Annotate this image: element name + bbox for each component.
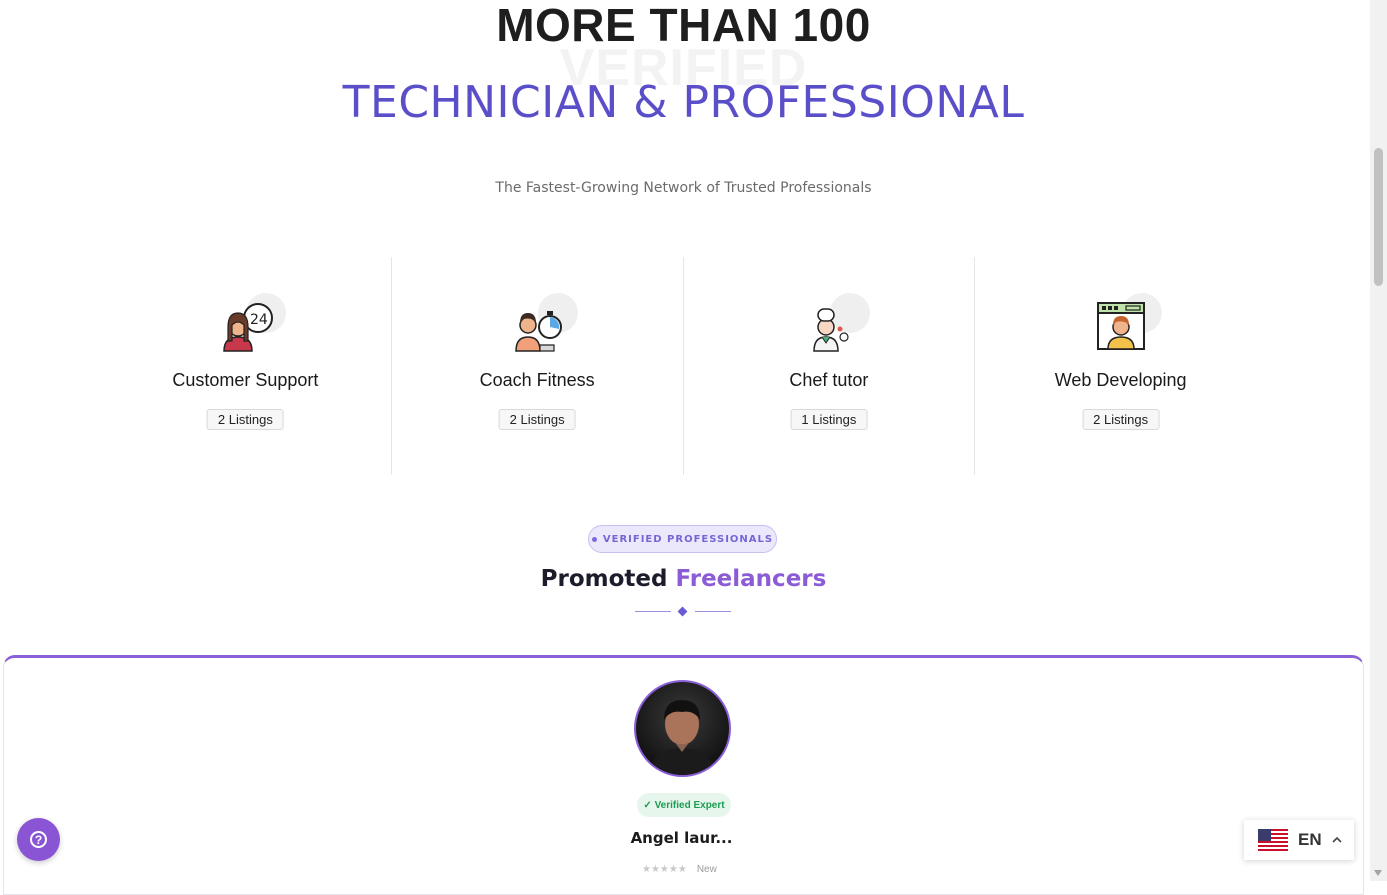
category-title: Web Developing (1054, 370, 1187, 390)
scroll-down-arrow-icon[interactable] (1374, 870, 1382, 876)
chef-icon (794, 291, 870, 355)
hero-headline: MORE THAN 100 (496, 0, 871, 51)
listings-badge: 2 Listings (498, 409, 576, 430)
category-title: Chef tutor (789, 370, 869, 390)
verified-professionals-pill: VERIFIED PROFESSIONALS (588, 525, 777, 553)
hero-tagline: The Fastest-Growing Network of Trusted P… (495, 180, 872, 196)
category-card-web-developing[interactable]: Web Developing 2 Listings (975, 257, 1266, 475)
fitness-coach-stopwatch-icon (502, 291, 579, 355)
category-card-customer-support[interactable]: 24 Customer Support 2 Listings (100, 257, 392, 475)
chevron-up-icon (1332, 836, 1342, 843)
listings-badge: 2 Listings (1082, 409, 1160, 430)
category-title: Customer Support (172, 370, 319, 390)
page-scrollbar[interactable] (1370, 0, 1387, 881)
pill-dot-icon (591, 536, 597, 542)
pill-label: VERIFIED PROFESSIONALS (602, 533, 774, 545)
language-code: EN (1298, 830, 1322, 849)
section-divider (633, 605, 733, 619)
category-card-chef-tutor[interactable]: Chef tutor 1 Listings (684, 257, 976, 475)
rating: ★★★★★ New (642, 864, 717, 875)
category-card-coach-fitness[interactable]: Coach Fitness 2 Listings (392, 257, 684, 475)
question-icon: ? (30, 831, 47, 848)
language-selector[interactable]: EN (1244, 820, 1354, 860)
avatar[interactable] (634, 680, 731, 777)
section-title-part2: Freelancers (675, 566, 827, 592)
freelancer-card[interactable]: ✓ Verified Expert Angel laur... ★★★★★ Ne… (3, 655, 1364, 895)
category-grid: 24 Customer Support 2 Listings Coach Fit… (100, 257, 1266, 475)
rating-label: New (696, 864, 717, 875)
section-title-part1: Promoted (540, 566, 668, 592)
web-developer-icon (1086, 291, 1162, 355)
listings-badge: 1 Listings (790, 409, 868, 430)
us-flag-icon (1258, 829, 1288, 851)
section-title: Promoted Freelancers (0, 566, 1367, 592)
help-button[interactable]: ? (17, 818, 60, 861)
freelancer-name[interactable]: Angel laur... (4, 829, 1359, 847)
verified-expert-badge: ✓ Verified Expert (637, 793, 731, 817)
customer-support-24-icon: 24 (210, 291, 287, 355)
diamond-icon (677, 606, 688, 617)
listings-badge: 2 Listings (206, 409, 284, 430)
scrollbar-thumb[interactable] (1374, 148, 1383, 286)
svg-text:24: 24 (250, 312, 268, 328)
category-title: Coach Fitness (479, 370, 595, 390)
hero-subheadline: TECHNICIAN & PROFESSIONAL (342, 77, 1025, 128)
rating-stars-icon: ★★★★★ (642, 864, 687, 875)
